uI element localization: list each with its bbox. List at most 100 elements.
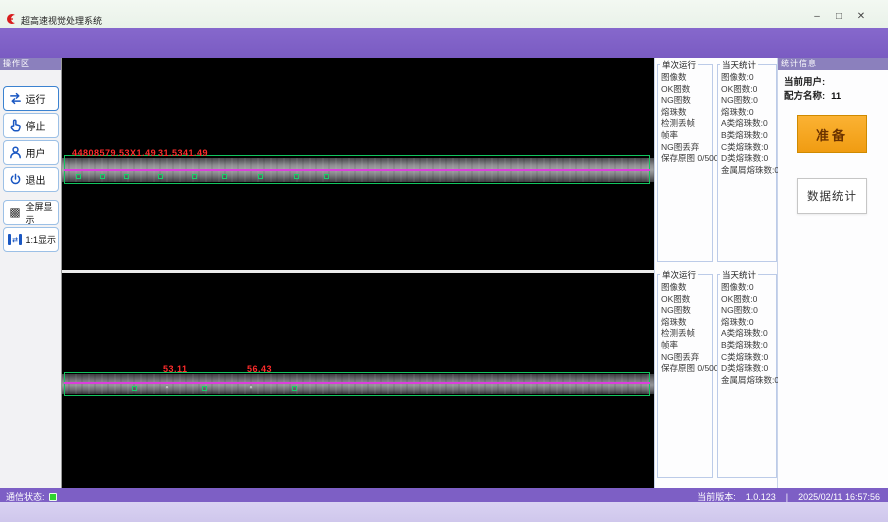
maximize-icon[interactable]: □ (830, 9, 848, 24)
stat-row: 图像数 (661, 282, 712, 294)
defect-marker (158, 174, 163, 179)
defect-marker (258, 174, 263, 179)
stat-row: 熔珠数:0 (721, 317, 776, 329)
stat-row: NG图数 (661, 95, 712, 107)
stat-row: B类熔珠数:0 (721, 340, 776, 352)
stat-row: C类熔珠数:0 (721, 142, 776, 154)
status-separator: | (786, 492, 788, 502)
stat-row: OK图数:0 (721, 294, 776, 306)
fullscreen-grid-icon: ▩ (8, 205, 23, 220)
single-run-group-top: 单次运行 图像数 OK图数 NG图数 熔珠数 检测丢帧 帧率 NG图丢弃 保存原… (657, 64, 713, 262)
today-stats-rows: 图像数:0 OK图数:0 NG图数:0 熔珠数:0 A类熔珠数:0 B类熔珠数:… (718, 275, 776, 386)
camera-viewports: 44808579.53X1.49 31.5341.49 53.11 56.43 (62, 58, 654, 488)
stat-row: OK图数:0 (721, 84, 776, 96)
stat-row: 帧率 (661, 130, 712, 142)
measurement-annotation: 53.11 (163, 364, 188, 374)
user-button-label: 用户 (26, 145, 46, 160)
camera-divider (62, 270, 654, 273)
run-icon (8, 91, 23, 106)
stat-row: NG图丢弃 (661, 142, 712, 154)
statistics-panels: 单次运行 图像数 OK图数 NG图数 熔珠数 检测丢帧 帧率 NG图丢弃 保存原… (654, 58, 778, 488)
single-run-group-bottom: 单次运行 图像数 OK图数 NG图数 熔珠数 检测丢帧 帧率 NG图丢弃 保存原… (657, 274, 713, 478)
stat-row: 金属屑熔珠数:0 (721, 375, 776, 387)
prepare-button[interactable]: 准备 (797, 115, 867, 153)
power-icon (8, 172, 23, 187)
defect-marker (249, 385, 253, 389)
datetime-value: 2025/02/11 16:57:56 (798, 492, 880, 502)
statistics-info-panel: 统计信息 当前用户: 配方名称: 11 准备 数据统计 (778, 58, 888, 488)
today-stats-group-bottom: 当天统计 图像数:0 OK图数:0 NG图数:0 熔珠数:0 A类熔珠数:0 B… (717, 274, 777, 478)
measurement-annotation: 56.43 (247, 364, 272, 374)
measurement-annotation: 44808579.53X1.49 (72, 148, 156, 158)
stat-row: 检测丢帧 (661, 118, 712, 130)
minimize-icon[interactable]: – (808, 9, 826, 24)
fullscreen-button[interactable]: ▩ 全屏显示 (3, 200, 59, 225)
stat-row: 熔珠数 (661, 107, 712, 119)
single-run-rows: 图像数 OK图数 NG图数 熔珠数 检测丢帧 帧率 NG图丢弃 保存原图 0/5… (658, 275, 712, 375)
current-user-label: 当前用户: (784, 77, 825, 88)
user-button[interactable]: 用户 (3, 140, 59, 165)
stat-row: A类熔珠数:0 (721, 328, 776, 340)
today-stats-rows: 图像数:0 OK图数:0 NG图数:0 熔珠数:0 A类熔珠数:0 B类熔珠数:… (718, 65, 776, 176)
stat-row: OK图数 (661, 294, 712, 306)
defect-marker (76, 174, 81, 179)
stat-row: D类熔珠数:0 (721, 363, 776, 375)
exit-button[interactable]: 退出 (3, 167, 59, 192)
today-stats-title: 当天统计 (720, 59, 758, 71)
recipe-name-label: 配方名称: (784, 91, 825, 102)
version-value: 1.0.123 (746, 492, 776, 502)
stop-button-label: 停止 (26, 118, 46, 133)
stat-row: NG图数:0 (721, 95, 776, 107)
app-header: 超高速 IVision视觉处理系统 熔珠端面检测 配方 设置 外侧相机 内侧相机… (0, 28, 888, 58)
close-icon[interactable]: ✕ (852, 9, 870, 24)
stat-row: 保存原图 0/500 (661, 153, 712, 165)
today-stats-title: 当天统计 (720, 269, 758, 281)
today-stats-group-top: 当天统计 图像数:0 OK图数:0 NG图数:0 熔珠数:0 A类熔珠数:0 B… (717, 64, 777, 262)
stat-row: A类熔珠数:0 (721, 118, 776, 130)
roi-box-bottom (64, 372, 650, 396)
sidebar-title: 操作区 (0, 58, 61, 70)
stat-row: 图像数:0 (721, 72, 776, 84)
stat-row: C类熔珠数:0 (721, 352, 776, 364)
defect-marker (192, 174, 197, 179)
single-run-title: 单次运行 (660, 59, 698, 71)
stat-row: 保存原图 0/500 (661, 363, 712, 375)
fullscreen-button-label: 全屏显示 (26, 200, 58, 226)
hand-stop-icon (8, 118, 23, 133)
stat-row: NG图丢弃 (661, 352, 712, 364)
app-window: 超高速视觉处理系统 – □ ✕ 超高速 IVision视觉处理系统 熔珠端面检测… (0, 0, 888, 522)
stop-button[interactable]: 停止 (3, 113, 59, 138)
defect-marker (202, 386, 207, 391)
user-icon (8, 145, 23, 160)
status-bar: 通信状态: 当前版本: 1.0.123 | 2025/02/11 16:57:5… (0, 488, 888, 502)
one-to-one-icon: ⇄ (8, 232, 23, 247)
defect-marker (292, 386, 297, 391)
stat-row: 检测丢帧 (661, 328, 712, 340)
run-button-label: 运行 (26, 91, 46, 106)
defect-marker (294, 174, 299, 179)
stat-row: B类熔珠数:0 (721, 130, 776, 142)
defect-marker (324, 174, 329, 179)
one-to-one-button[interactable]: ⇄ 1:1显示 (3, 227, 59, 252)
comm-status-indicator (49, 493, 57, 501)
stat-row: 图像数 (661, 72, 712, 84)
stat-row: 帧率 (661, 340, 712, 352)
info-panel-title: 统计信息 (778, 58, 888, 70)
one-to-one-button-label: 1:1显示 (26, 233, 57, 246)
recipe-name-value: 11 (831, 91, 841, 102)
single-run-title: 单次运行 (660, 269, 698, 281)
defect-marker (222, 174, 227, 179)
run-button[interactable]: 运行 (3, 86, 59, 111)
stat-row: NG图数 (661, 305, 712, 317)
operation-sidebar: 操作区 运行 停止 用户 退出 ▩ 全屏显示 ⇄ (0, 58, 62, 488)
window-title: 超高速视觉处理系统 (21, 14, 102, 27)
exit-button-label: 退出 (26, 172, 46, 187)
stat-row: 熔珠数 (661, 317, 712, 329)
app-icon (5, 13, 17, 25)
stat-row: 金属屑熔珠数:0 (721, 165, 776, 177)
data-statistics-button[interactable]: 数据统计 (797, 178, 867, 214)
stat-row: NG图数:0 (721, 305, 776, 317)
single-run-rows: 图像数 OK图数 NG图数 熔珠数 检测丢帧 帧率 NG图丢弃 保存原图 0/5… (658, 65, 712, 165)
stat-row: D类熔珠数:0 (721, 153, 776, 165)
defect-marker (100, 174, 105, 179)
